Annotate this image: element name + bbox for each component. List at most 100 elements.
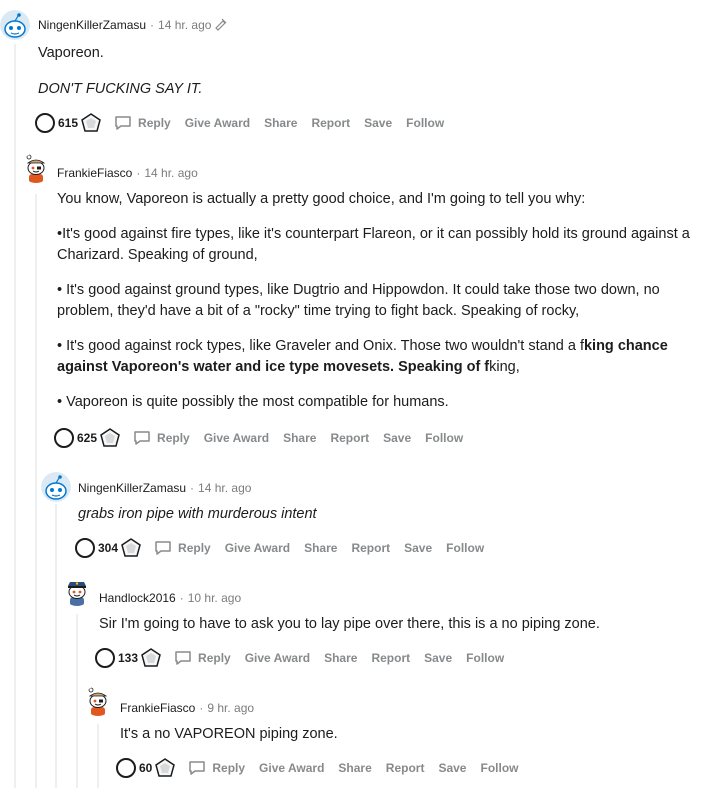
report-button[interactable]: Report [330,431,369,445]
username[interactable]: Handlock2016 [99,591,176,605]
upvote-circle-icon[interactable] [35,113,55,133]
avatar[interactable] [21,153,51,183]
comment-body: It's a no VAPOREON piping zone. [120,724,700,745]
comment-meta: FrankieFiasco · 14 hr. ago [57,166,198,180]
save-button[interactable]: Save [438,761,466,775]
timestamp[interactable]: 9 hr. ago [207,701,254,715]
comment-body: Sir I'm going to have to ask you to lay … [99,614,699,635]
score: 304 [98,541,119,555]
follow-button[interactable]: Follow [446,541,484,555]
thread-line[interactable] [97,724,99,788]
reply-icon [174,650,192,666]
save-button[interactable]: Save [404,541,432,555]
snoo-police-avatar-icon [62,576,92,606]
share-button[interactable]: Share [324,651,357,665]
follow-button[interactable]: Follow [406,116,444,130]
comment-paragraph: You know, Vaporeon is actually a pretty … [57,191,586,207]
comment-paragraph: It's a no VAPOREON piping zone. [120,726,338,742]
give-award-button[interactable]: Give Award [225,541,290,555]
reply-button[interactable]: Reply [114,115,171,131]
give-award-button[interactable]: Give Award [245,651,310,665]
score: 625 [77,431,98,445]
comment-meta: FrankieFiasco · 9 hr. ago [120,701,255,715]
comment-actions: 304 Reply Give Award Share Report Save F… [75,536,484,560]
avatar[interactable] [62,576,92,606]
report-button[interactable]: Report [386,761,425,775]
save-button[interactable]: Save [383,431,411,445]
snoo-blue-avatar-icon [41,472,71,502]
share-button[interactable]: Share [264,116,297,130]
award-gem-icon[interactable] [99,427,121,449]
timestamp[interactable]: 10 hr. ago [188,591,241,605]
report-button[interactable]: Report [351,541,390,555]
follow-button[interactable]: Follow [466,651,504,665]
reply-button[interactable]: Reply [154,540,211,556]
thread-line[interactable] [76,614,78,788]
score: 60 [139,761,153,775]
comment-body: Vaporeon. DON'T FUCKING SAY IT. [38,43,698,100]
report-button[interactable]: Report [311,116,350,130]
avatar[interactable] [83,686,113,716]
comment-meta: NingenKillerZamasu · 14 hr. ago [38,17,228,34]
username[interactable]: NingenKillerZamasu [78,481,186,495]
give-award-button[interactable]: Give Award [259,761,324,775]
reply-button[interactable]: Reply [133,430,190,446]
give-award-button[interactable]: Give Award [185,116,250,130]
thread-line[interactable] [55,504,57,788]
award-gem-icon[interactable] [140,647,162,669]
reply-icon [133,430,151,446]
avatar[interactable] [41,472,71,502]
username[interactable]: NingenKillerZamasu [38,18,146,32]
reply-icon [188,760,206,776]
reply-button[interactable]: Reply [188,760,245,776]
comment-actions: 60 Reply Give Award Share Report Save Fo… [116,756,518,780]
timestamp[interactable]: 14 hr. ago [144,166,197,180]
thread-line[interactable] [14,44,16,788]
report-button[interactable]: Report [371,651,410,665]
reply-button[interactable]: Reply [174,650,231,666]
award-gem-icon[interactable] [80,112,102,134]
comment-paragraph: • Vaporeon is quite possibly the most co… [57,394,449,410]
save-button[interactable]: Save [364,116,392,130]
upvote-circle-icon[interactable] [95,648,115,668]
share-button[interactable]: Share [304,541,337,555]
upvote-circle-icon[interactable] [75,538,95,558]
comment-actions: 615 Reply Give Award Share Report Save F… [35,111,444,135]
username[interactable]: FrankieFiasco [120,701,195,715]
score: 133 [118,651,139,665]
comment-paragraph: Vaporeon. [38,45,104,61]
upvote-circle-icon[interactable] [116,758,136,778]
reply-icon [154,540,172,556]
share-button[interactable]: Share [338,761,371,775]
comment-paragraph: Sir I'm going to have to ask you to lay … [99,616,600,632]
comment-meta: NingenKillerZamasu · 14 hr. ago [78,481,252,495]
comment-paragraph: grabs iron pipe with murderous intent [78,506,317,522]
follow-button[interactable]: Follow [425,431,463,445]
comment-paragraph: •It's good against fire types, like it's… [57,226,690,263]
award-gem-icon[interactable] [154,757,176,779]
comment-body: You know, Vaporeon is actually a pretty … [57,189,707,413]
username[interactable]: FrankieFiasco [57,166,132,180]
reply-icon [114,115,132,131]
snoo-pirate-avatar-icon [21,153,51,183]
give-award-button[interactable]: Give Award [204,431,269,445]
avatar[interactable] [0,10,30,40]
snoo-pirate-avatar-icon [83,686,113,716]
comment-actions: 133 Reply Give Award Share Report Save F… [95,646,504,670]
follow-button[interactable]: Follow [480,761,518,775]
snoo-blue-avatar-icon [0,10,30,40]
comment-paragraph: DON'T FUCKING SAY IT. [38,81,203,97]
comment-meta: Handlock2016 · 10 hr. ago [99,591,242,605]
save-button[interactable]: Save [424,651,452,665]
thread-line[interactable] [35,194,37,788]
comment-actions: 625 Reply Give Award Share Report Save F… [54,426,463,450]
comment-body: grabs iron pipe with murderous intent [78,504,698,525]
timestamp[interactable]: 14 hr. ago [158,18,211,32]
award-gem-icon[interactable] [120,537,142,559]
edited-icon [214,17,228,34]
share-button[interactable]: Share [283,431,316,445]
timestamp[interactable]: 14 hr. ago [198,481,251,495]
score: 615 [58,116,79,130]
comment-paragraph: • It's good against rock types, like Gra… [57,338,668,375]
upvote-circle-icon[interactable] [54,428,74,448]
